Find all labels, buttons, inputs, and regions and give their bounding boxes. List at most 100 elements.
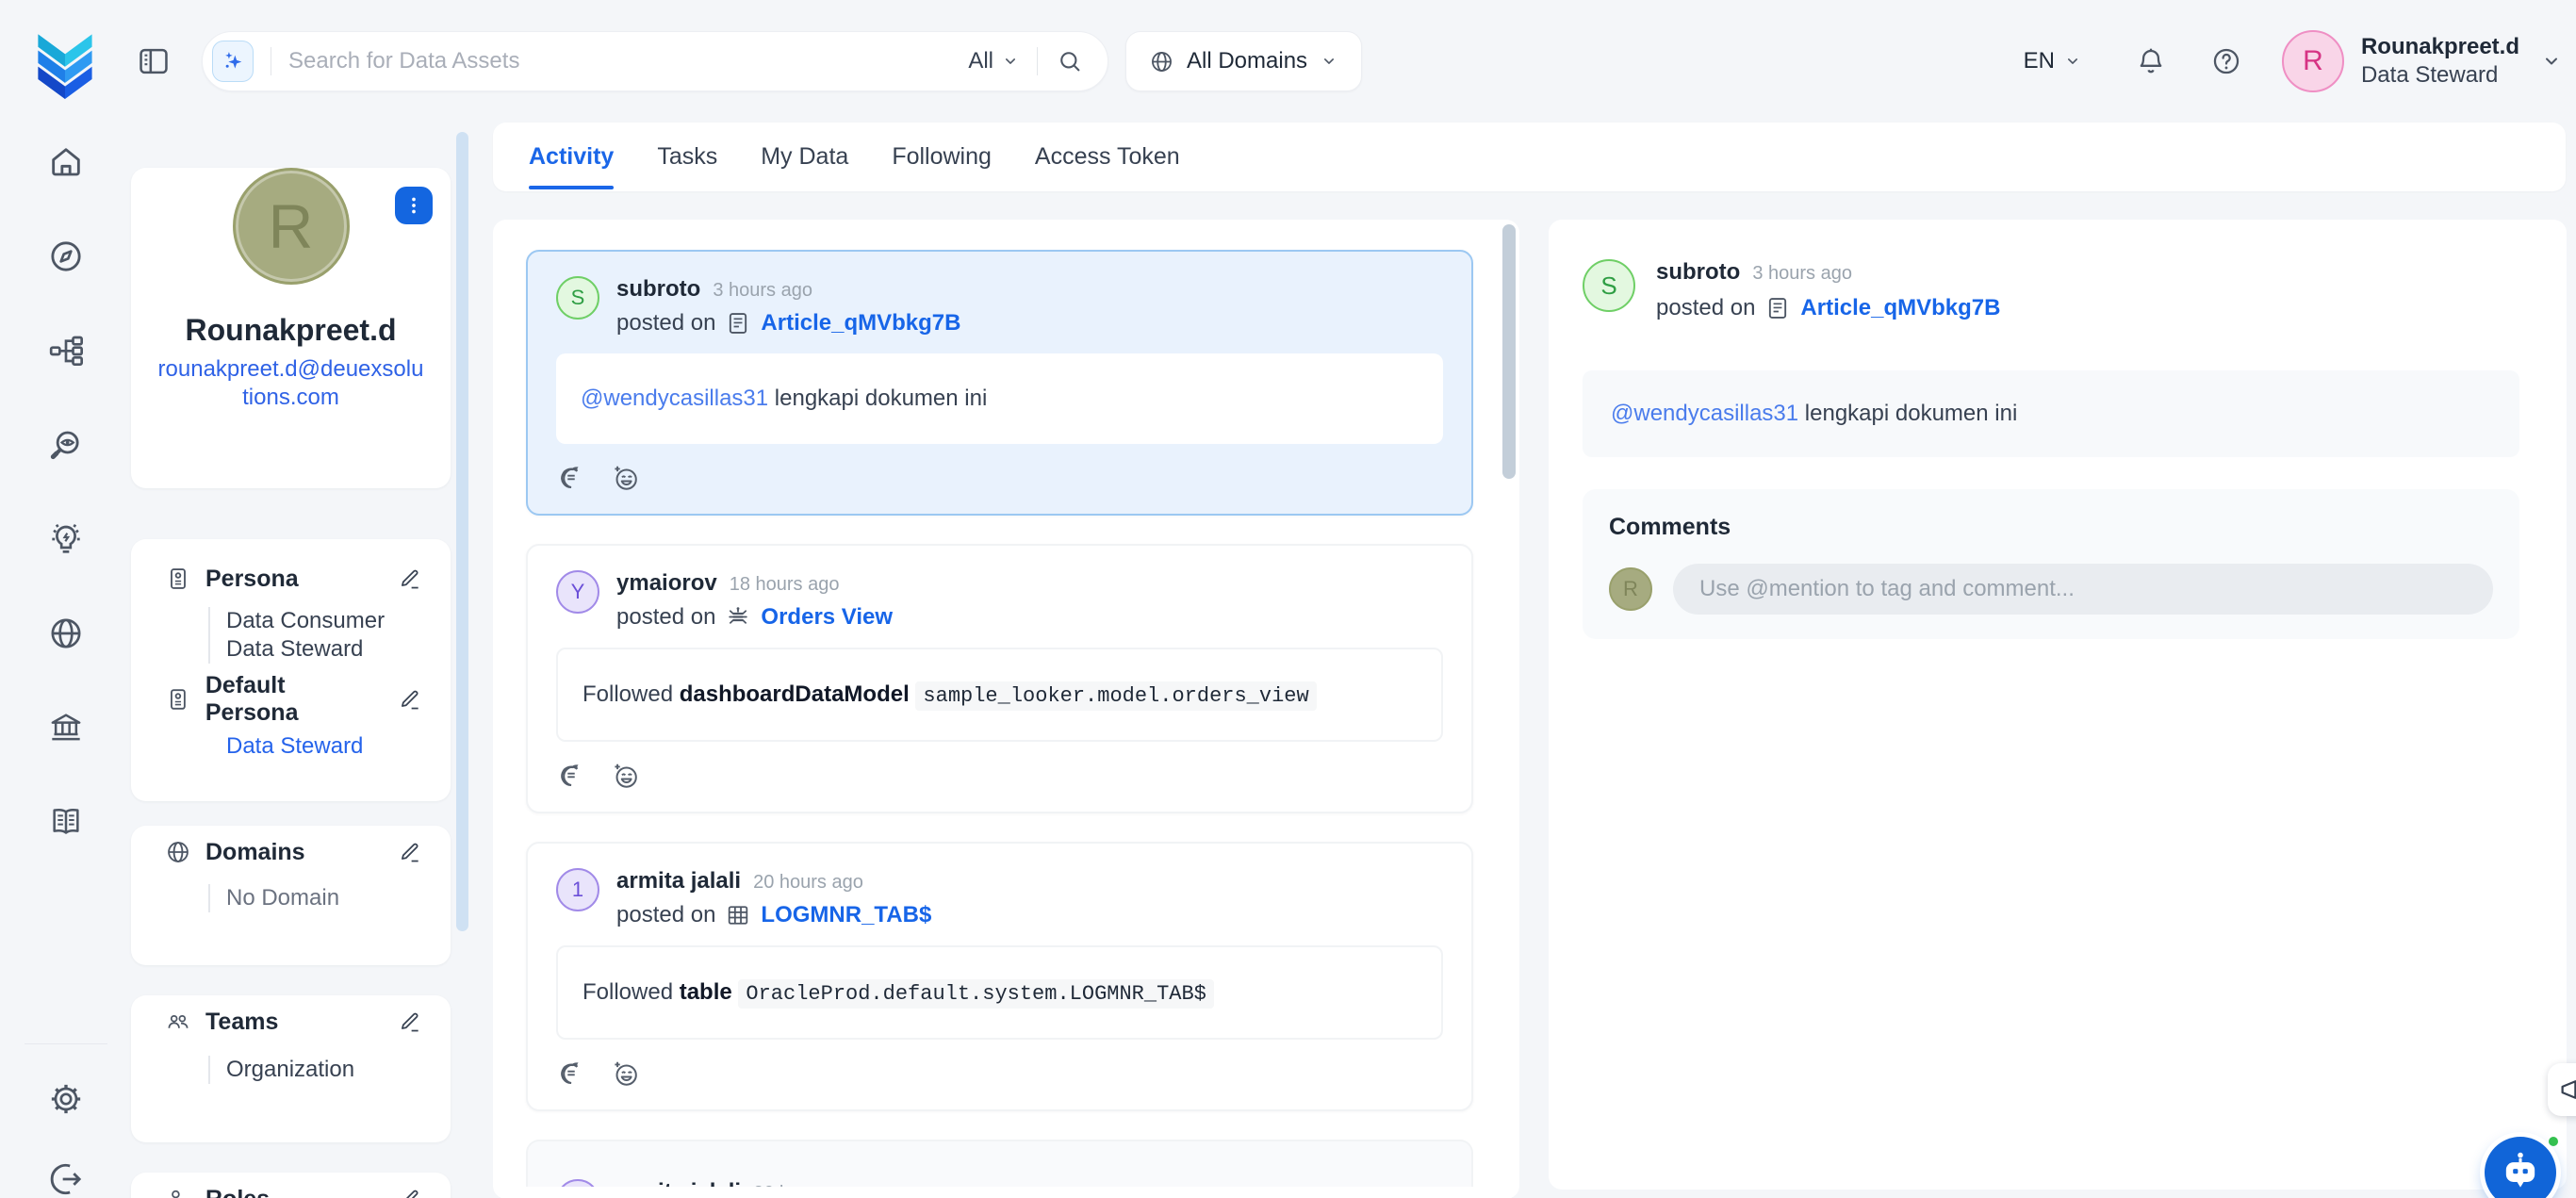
feed-asset-link[interactable]: LOGMNR_TAB$ — [761, 902, 931, 928]
ai-sparkle-icon[interactable] — [212, 41, 254, 82]
governance-bank-icon[interactable] — [47, 709, 85, 747]
feed-asset-link[interactable]: Orders View — [761, 604, 893, 631]
profile-tabs: Activity Tasks My Data Following Access … — [493, 123, 2566, 191]
tab-following[interactable]: Following — [892, 123, 992, 191]
comment-avatar: R — [1609, 567, 1652, 611]
comment-input[interactable] — [1673, 564, 2493, 615]
feed-user-name[interactable]: armita jalali — [616, 1179, 741, 1187]
global-search-bar[interactable]: All — [202, 31, 1108, 91]
feed-action: posted on — [616, 604, 715, 631]
notification-bell-icon[interactable] — [2135, 45, 2167, 77]
edit-roles-button[interactable] — [398, 1187, 422, 1198]
all-domains-label: All Domains — [1187, 48, 1307, 74]
feed-scrollbar[interactable] — [1502, 224, 1516, 479]
detail-user-name[interactable]: subroto — [1656, 259, 1740, 286]
sidebar-toggle-icon[interactable] — [136, 43, 172, 79]
profile-card: R Rounakpreet.d rounakpreet.d@deuexsolut… — [131, 168, 451, 488]
edit-persona-button[interactable] — [398, 566, 422, 591]
feed-avatar[interactable]: Y — [556, 570, 599, 614]
observability-icon[interactable] — [47, 426, 85, 464]
domains-icon — [165, 839, 191, 865]
default-persona-value[interactable]: Data Steward — [226, 733, 422, 760]
comment-bubble-icon[interactable] — [556, 1059, 586, 1089]
add-reaction-icon[interactable] — [611, 761, 641, 791]
feed-user-name[interactable]: armita jalali — [616, 868, 741, 894]
mention-link[interactable]: @wendycasillas31 — [581, 386, 768, 411]
persona-item: Data Steward — [226, 635, 422, 664]
feed-timestamp: 3 hours ago — [713, 280, 812, 302]
feed-action: posted on — [616, 902, 715, 928]
mention-link[interactable]: @wendycasillas31 — [1611, 401, 1798, 426]
user-menu[interactable]: Rounakpreet.d Data Steward — [2361, 33, 2519, 90]
explore-compass-icon[interactable] — [47, 238, 85, 275]
feed-avatar[interactable]: 1 — [556, 868, 599, 911]
add-reaction-icon[interactable] — [611, 1059, 641, 1089]
language-dropdown[interactable]: EN — [2024, 48, 2082, 74]
comment-bubble-icon[interactable] — [556, 463, 586, 493]
teams-card: Teams Organization — [131, 995, 451, 1142]
feed-message-prefix: Followed — [582, 681, 673, 707]
tab-tasks[interactable]: Tasks — [657, 123, 717, 191]
openmetadata-logo[interactable] — [36, 24, 94, 99]
panel-scrollbar[interactable] — [456, 132, 468, 931]
feed-message-prefix: Followed — [582, 979, 673, 1005]
chevron-down-icon[interactable] — [2540, 50, 2563, 73]
language-label: EN — [2024, 48, 2055, 74]
feed-card[interactable]: S subroto 3 hours ago posted on Article_… — [526, 250, 1473, 516]
feed-card[interactable]: Y ymaiorov 18 hours ago posted on Orders… — [526, 544, 1473, 813]
feed-entity-type: dashboardDataModel — [680, 681, 910, 707]
detail-asset-link[interactable]: Article_qMVbkg7B — [1800, 295, 2000, 321]
edit-teams-button[interactable] — [398, 1009, 422, 1034]
tab-activity[interactable]: Activity — [529, 123, 614, 191]
persona-card-icon — [165, 566, 191, 592]
detail-avatar[interactable]: S — [1583, 259, 1635, 312]
profile-avatar: R — [233, 168, 350, 285]
edit-default-persona-button[interactable] — [398, 687, 422, 712]
help-icon[interactable] — [2210, 45, 2242, 77]
detail-action: posted on — [1656, 295, 1755, 321]
data-flow-icon[interactable] — [47, 332, 85, 369]
feed-user-name[interactable]: ymaiorov — [616, 570, 717, 597]
feed-user-name[interactable]: subroto — [616, 276, 700, 303]
feed-entity-fqn: OracleProd.default.system.LOGMNR_TAB$ — [738, 979, 1213, 1009]
home-icon[interactable] — [47, 143, 85, 181]
settings-gear-icon[interactable] — [47, 1080, 85, 1118]
feed-avatar[interactable]: S — [556, 276, 599, 320]
teams-value: Organization — [226, 1056, 422, 1084]
feed-asset-link[interactable]: Article_qMVbkg7B — [761, 310, 960, 336]
persona-item: Data Consumer — [226, 607, 422, 635]
user-name: Rounakpreet.d — [2361, 33, 2519, 61]
feed-card[interactable]: 1 armita jalali 20 hours ago — [526, 1140, 1473, 1187]
domains-globe-icon[interactable] — [47, 615, 85, 652]
all-domains-button[interactable]: All Domains — [1125, 31, 1362, 91]
tab-access-token[interactable]: Access Token — [1035, 123, 1180, 191]
feed-action: posted on — [616, 310, 715, 336]
chat-bot-icon — [2496, 1148, 2545, 1197]
logout-icon[interactable] — [47, 1160, 85, 1198]
roles-icon — [165, 1186, 191, 1198]
user-avatar[interactable]: R — [2282, 30, 2344, 92]
search-scope-dropdown[interactable]: All — [968, 48, 1020, 74]
whats-new-button[interactable] — [2548, 1063, 2576, 1116]
feed-card[interactable]: 1 armita jalali 20 hours ago posted on L… — [526, 842, 1473, 1111]
feed-avatar[interactable]: 1 — [556, 1179, 599, 1187]
feed-entity-fqn: sample_looker.model.orders_view — [915, 681, 1316, 711]
search-icon[interactable] — [1057, 48, 1083, 74]
domains-card: Domains No Domain — [131, 826, 451, 965]
globe-icon — [1149, 49, 1174, 74]
data-model-icon — [725, 604, 751, 631]
user-role: Data Steward — [2361, 61, 2519, 90]
divider — [1037, 47, 1038, 75]
edit-domains-button[interactable] — [398, 840, 422, 864]
glossary-book-icon[interactable] — [47, 803, 85, 841]
feed-message-text: lengkapi dokumen ini — [775, 386, 987, 411]
feed-message: Followed table OracleProd.default.system… — [556, 945, 1443, 1040]
profile-more-button[interactable] — [395, 187, 433, 224]
search-input[interactable] — [288, 48, 968, 74]
profile-email[interactable]: rounakpreet.d@deuexsolutions.com — [131, 355, 451, 412]
tab-my-data[interactable]: My Data — [761, 123, 848, 191]
comment-bubble-icon[interactable] — [556, 761, 586, 791]
search-scope-label: All — [968, 48, 993, 74]
insights-bulb-icon[interactable] — [47, 520, 85, 558]
add-reaction-icon[interactable] — [611, 463, 641, 493]
